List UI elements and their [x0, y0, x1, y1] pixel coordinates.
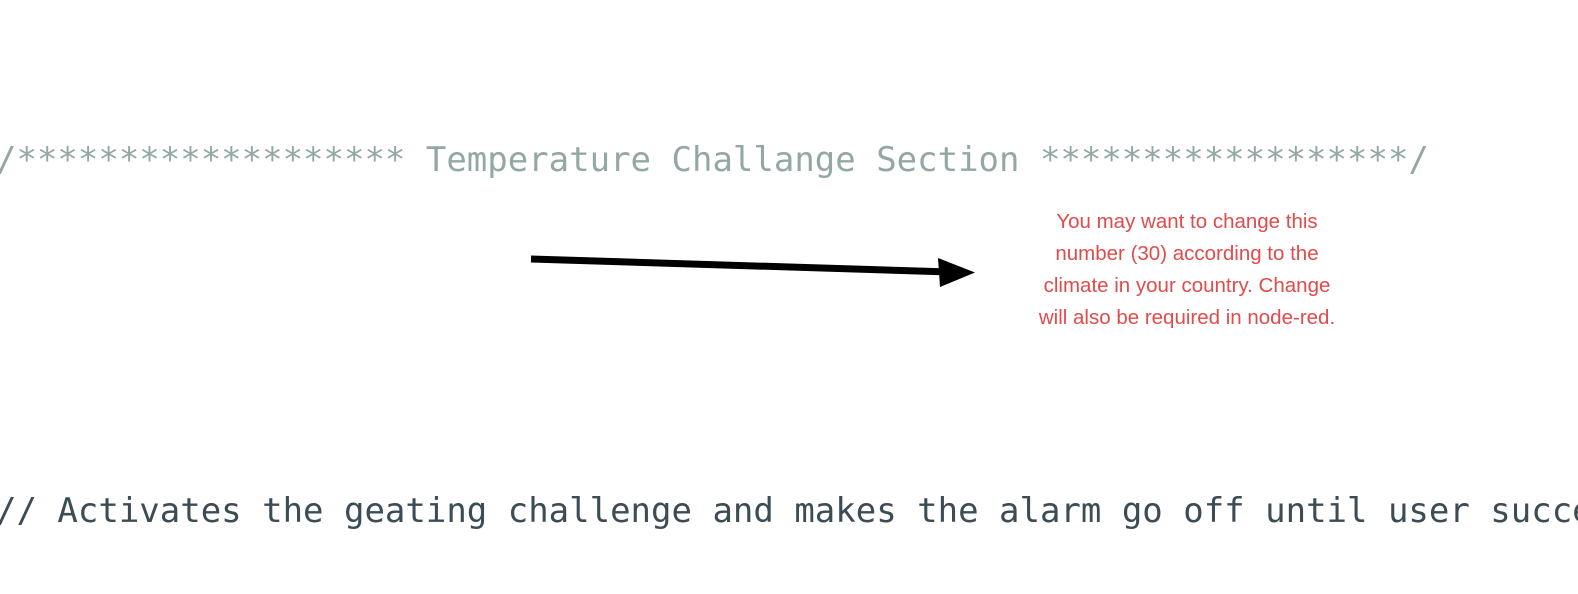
annotation-line-4: will also be required in node-red.: [1038, 306, 1336, 329]
code-line-description-comment: // Activates the geating challenge and m…: [0, 490, 1578, 534]
header-comment-text: /******************* Temperature Challan…: [0, 140, 1429, 181]
code-line-header-comment: /******************* Temperature Challan…: [0, 139, 1578, 183]
annotation-line-1: You may want to change this: [1056, 210, 1318, 233]
code-screenshot-canvas: /******************* Temperature Challan…: [0, 0, 1578, 594]
annotation-line-2: number (30) according to the: [1055, 242, 1319, 265]
description-comment-text: // Activates the geating challenge and m…: [0, 490, 1578, 531]
annotation-note: You may want to change this number (30) …: [988, 206, 1386, 334]
annotation-line-3: climate in your country. Change: [1043, 274, 1331, 297]
